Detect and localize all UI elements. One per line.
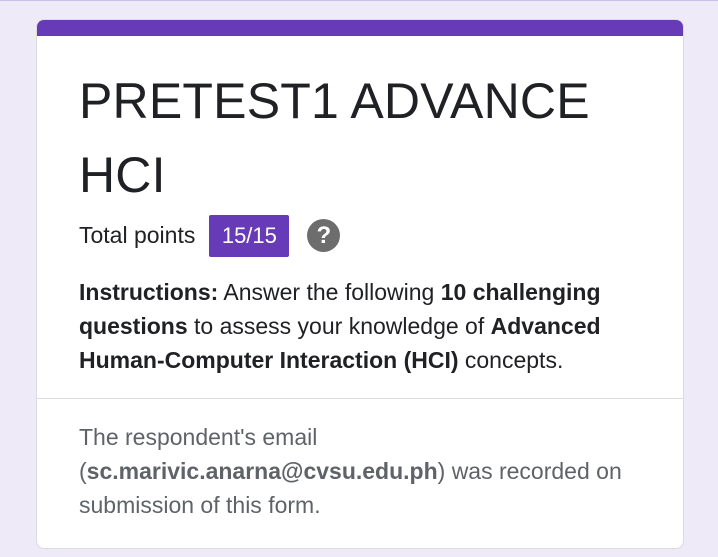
accent-bar	[37, 20, 683, 36]
instructions-lead: Instructions:	[79, 279, 219, 305]
total-points-row: Total points 15/15 ?	[79, 214, 341, 257]
respondent-email: sc.marivic.anarna@cvsu.edu.ph	[86, 458, 438, 484]
email-recorded-note: The respondent's email (sc.marivic.anarn…	[79, 420, 659, 522]
score-badge: 15/15	[209, 214, 290, 257]
form-title: PRETEST1 ADVANCE HCI	[79, 73, 590, 203]
instructions-text-3: concepts.	[458, 347, 564, 373]
section-divider	[37, 398, 683, 399]
question-mark-icon[interactable]: ?	[307, 219, 341, 252]
instructions-text-1: Answer the following	[218, 279, 441, 305]
form-instructions: Instructions: Answer the following 10 ch…	[79, 275, 659, 377]
form-header-card: PRETEST1 ADVANCE HCI Total points 15/15 …	[36, 19, 684, 549]
window-top-border	[0, 0, 718, 1]
total-points-label: Total points	[79, 222, 196, 248]
instructions-text-2: to assess your knowledge of	[187, 313, 491, 339]
